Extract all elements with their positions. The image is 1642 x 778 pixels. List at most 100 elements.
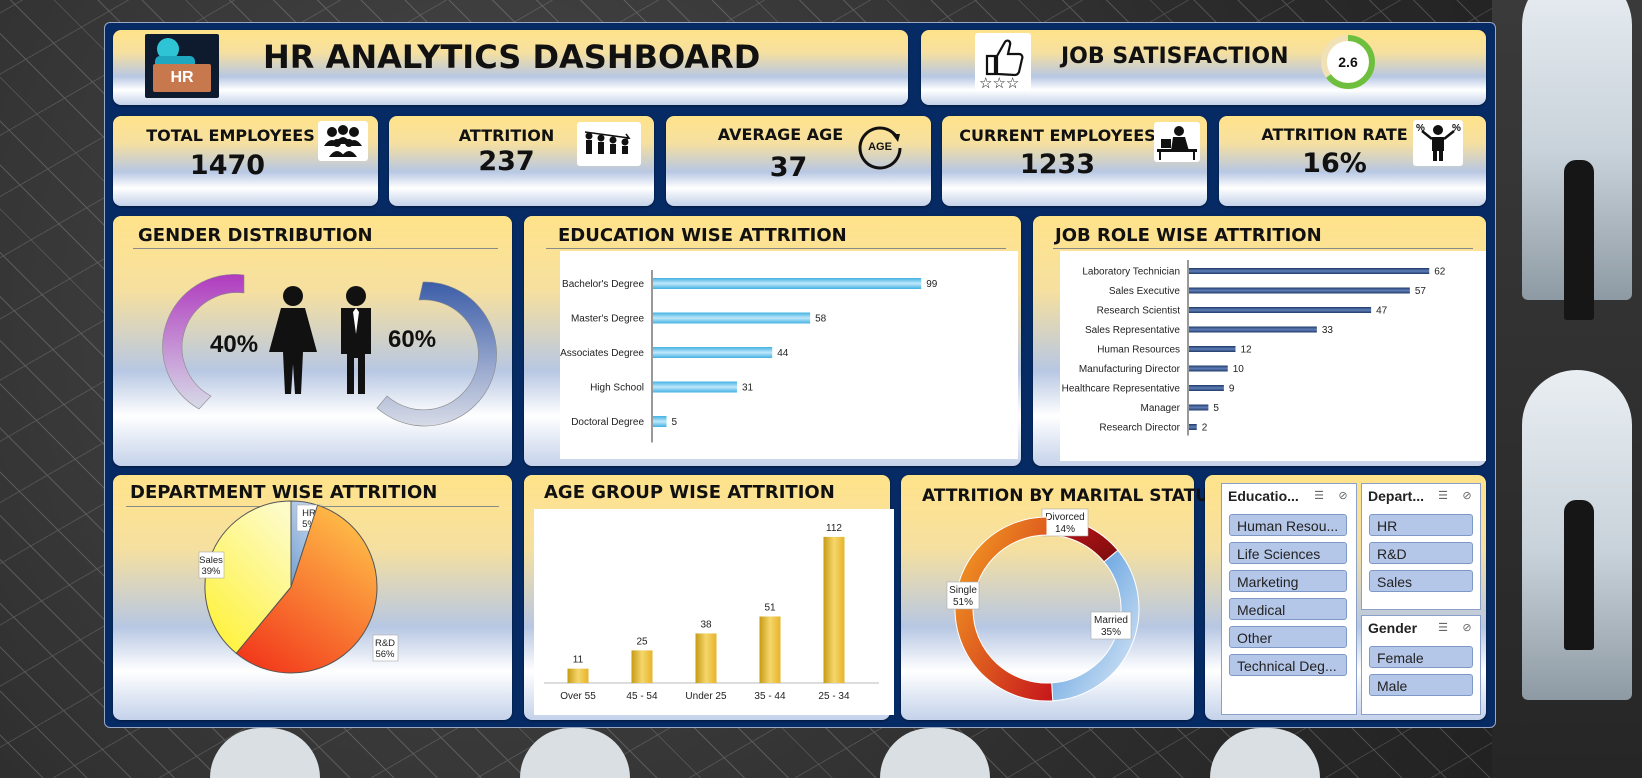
category-label: Bachelor's Degree xyxy=(562,279,644,290)
bar xyxy=(653,347,773,358)
slicer-item[interactable]: Female xyxy=(1369,646,1473,668)
slicer-item[interactable]: Other xyxy=(1229,626,1347,648)
multi-select-icon[interactable]: ☰ xyxy=(1436,490,1450,502)
data-label: 31 xyxy=(742,383,754,394)
clear-filter-icon[interactable]: ⊘ xyxy=(1460,490,1474,502)
slicer-item[interactable]: Technical Deg... xyxy=(1229,654,1347,676)
category-label: 35 - 44 xyxy=(754,691,786,702)
jobrole-bar-chart: Laboratory Technician 62 Sales Executive 57… xyxy=(1062,260,1446,436)
category-label: Research Scientist xyxy=(1097,306,1181,317)
percent-person-icon: %% xyxy=(1413,120,1463,166)
bar xyxy=(653,278,922,289)
gender-slicer: Gender ☰ ⊘ Female Male xyxy=(1361,615,1481,715)
category-label: Research Director xyxy=(1099,423,1180,434)
category-label: 25 - 34 xyxy=(818,691,850,702)
data-label: 5 xyxy=(1213,403,1219,414)
multi-select-icon[interactable]: ☰ xyxy=(1312,490,1326,502)
data-label-percent: 51% xyxy=(953,597,973,608)
job-satisfaction-gauge: 2.6 xyxy=(1321,35,1375,89)
data-label-percent: 35% xyxy=(1101,627,1121,638)
svg-text:%: % xyxy=(1452,123,1461,134)
gender-distribution-card: GENDER DISTRIBUTION 40% 60% xyxy=(113,216,512,466)
bar xyxy=(695,633,717,683)
slicer-item[interactable]: Sales xyxy=(1369,570,1473,592)
bar xyxy=(1189,307,1372,313)
male-arc xyxy=(376,281,497,427)
svg-text:%: % xyxy=(1416,123,1425,134)
agegroup-bar-chart: 11 Over 55 25 45 - 54 38 Under 25 51 35 - 44 112… xyxy=(544,523,879,702)
data-label: 38 xyxy=(700,619,712,630)
data-label: 62 xyxy=(1434,267,1446,278)
kpi-value: 1233 xyxy=(1019,149,1096,180)
education-attrition-title: EDUCATION WISE ATTRITION xyxy=(558,225,847,246)
jobrole-attrition-card: JOB ROLE WISE ATTRITION Laboratory Techn… xyxy=(1033,216,1486,466)
data-label: 57 xyxy=(1415,286,1427,297)
age-icon-text: AGE xyxy=(868,141,892,153)
data-label-category: Divorced xyxy=(1045,512,1084,523)
education-slicer: Educatio... ☰ ⊘ Human Resou... Life Scie… xyxy=(1221,483,1357,715)
clear-filter-icon[interactable]: ⊘ xyxy=(1336,490,1350,502)
people-leaving-icon xyxy=(577,122,641,166)
category-label: Human Resources xyxy=(1097,345,1180,356)
svg-text:☆☆☆: ☆☆☆ xyxy=(979,75,1019,90)
bar xyxy=(1189,346,1236,352)
slicer-item[interactable]: R&D xyxy=(1369,542,1473,564)
job-satisfaction-label: JOB SATISFACTION xyxy=(1061,44,1289,69)
slicer-item[interactable]: Male xyxy=(1369,674,1473,696)
jobrole-attrition-title: JOB ROLE WISE ATTRITION xyxy=(1055,225,1322,246)
data-label-category: R&D xyxy=(375,638,395,649)
data-label: 5 xyxy=(672,417,678,428)
data-label: 10 xyxy=(1233,364,1245,375)
education-slicer-title: Educatio... xyxy=(1228,488,1299,504)
department-attrition-card: DEPARTMENT WISE ATTRITION HR 5% R&D 56% Sale… xyxy=(113,475,512,720)
bar xyxy=(1189,268,1430,274)
bar xyxy=(653,312,811,324)
category-label: Manufacturing Director xyxy=(1079,364,1181,375)
bar xyxy=(823,536,845,683)
data-label: 99 xyxy=(926,279,938,290)
education-attrition-card: EDUCATION WISE ATTRITION Bachelor's Degr… xyxy=(524,216,1021,466)
category-label: Doctoral Degree xyxy=(571,417,644,428)
data-label: 2 xyxy=(1202,423,1208,434)
slicer-item[interactable]: Marketing xyxy=(1229,570,1347,592)
data-label-category: Married xyxy=(1094,615,1128,626)
people-group-icon xyxy=(318,121,368,161)
hr-badge-text: HR xyxy=(170,69,194,86)
data-label-category: Single xyxy=(949,585,977,596)
data-label-percent: 56% xyxy=(375,649,395,660)
bar xyxy=(653,381,737,393)
data-label-percent: 39% xyxy=(201,566,221,577)
bar xyxy=(1189,385,1224,391)
employee-desk-icon xyxy=(1154,122,1200,162)
bar xyxy=(567,668,589,683)
category-label: High School xyxy=(590,383,644,394)
slicer-item[interactable]: HR xyxy=(1369,514,1473,536)
category-label: 45 - 54 xyxy=(626,691,658,702)
data-label: 47 xyxy=(1376,306,1388,317)
female-percent: 40% xyxy=(210,331,258,358)
category-label: Sales Representative xyxy=(1085,325,1180,336)
gender-slicer-title: Gender xyxy=(1368,620,1418,636)
department-slicer: Depart... ☰ ⊘ HR R&D Sales xyxy=(1361,483,1481,610)
slicer-item[interactable]: Human Resou... xyxy=(1229,514,1347,536)
kpi-label: CURRENT EMPLOYEES xyxy=(959,126,1156,145)
dashboard-title: HR ANALYTICS DASHBOARD xyxy=(263,38,761,76)
category-label: Master's Degree xyxy=(571,314,644,325)
bar xyxy=(653,416,667,427)
kpi-total-employees: TOTAL EMPLOYEES 1470 xyxy=(113,116,378,206)
kpi-attrition-rate: ATTRITION RATE 16% %% xyxy=(1219,116,1486,206)
kpi-average-age: AVERAGE AGE 37 AGE xyxy=(666,116,931,206)
slicer-item[interactable]: Medical xyxy=(1229,598,1347,620)
slicer-item[interactable]: Life Sciences xyxy=(1229,542,1347,564)
clear-filter-icon[interactable]: ⊘ xyxy=(1460,622,1474,634)
category-label: Associates Degree xyxy=(560,348,644,359)
multi-select-icon[interactable]: ☰ xyxy=(1436,622,1450,634)
kpi-attrition: ATTRITION 237 xyxy=(389,116,654,206)
thumbs-up-stars-icon: ☆☆☆ xyxy=(975,33,1031,91)
data-label: 9 xyxy=(1229,384,1235,395)
category-label: Sales Executive xyxy=(1109,286,1181,297)
bar xyxy=(1189,365,1228,372)
data-label: 112 xyxy=(826,523,842,534)
bar xyxy=(631,650,653,683)
category-label: Laboratory Technician xyxy=(1082,267,1180,278)
